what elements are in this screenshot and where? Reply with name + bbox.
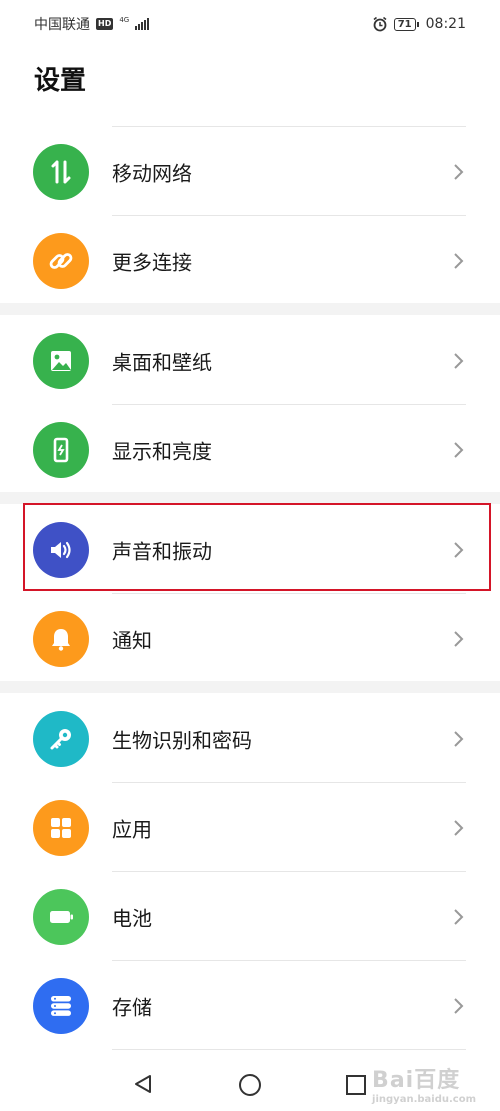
chevron-right-icon — [454, 352, 464, 369]
settings-item-home-wallpaper[interactable]: 桌面和壁纸 — [0, 316, 500, 405]
back-icon[interactable] — [132, 1073, 154, 1095]
carrier-name: 中国联通 — [34, 17, 90, 33]
signal-icon — [135, 18, 150, 30]
clock: 08:21 — [425, 16, 466, 32]
settings-item-more-connections[interactable]: 更多连接 — [0, 216, 500, 305]
chevron-right-icon — [454, 441, 464, 458]
settings-item-notifications[interactable]: 通知 — [0, 594, 500, 683]
settings-item-label: 桌面和壁纸 — [112, 350, 212, 374]
chevron-right-icon — [454, 730, 464, 747]
divider — [112, 1049, 466, 1050]
battery-icon — [33, 888, 89, 945]
chevron-right-icon — [454, 630, 464, 647]
settings-item-sound-vibration[interactable]: 声音和振动 — [0, 505, 500, 594]
settings-item-label: 显示和亮度 — [112, 439, 212, 463]
settings-item-biometrics-password[interactable]: 生物识别和密码 — [0, 694, 500, 783]
settings-item-label: 移动网络 — [112, 161, 192, 185]
chevron-right-icon — [454, 541, 464, 558]
key-icon — [33, 710, 89, 767]
chevron-right-icon — [454, 819, 464, 836]
chevron-right-icon — [454, 908, 464, 925]
settings-item-label: 存储 — [112, 995, 152, 1019]
phone-brightness-icon — [33, 421, 89, 478]
settings-item-display-brightness[interactable]: 显示和亮度 — [0, 405, 500, 494]
watermark-sub: jingyan.baidu.com — [372, 1094, 476, 1105]
chevron-right-icon — [454, 997, 464, 1014]
image-icon — [33, 332, 89, 389]
section-separator — [0, 681, 500, 693]
alarm-icon — [373, 16, 387, 32]
settings-item-mobile-network[interactable]: 移动网络 — [0, 127, 500, 216]
home-icon[interactable] — [238, 1073, 262, 1097]
status-left: 中国联通 HD 4G — [34, 14, 150, 34]
page-title: 设置 — [34, 66, 87, 96]
network-type: 4G — [119, 16, 130, 24]
settings-item-battery[interactable]: 电池 — [0, 872, 500, 961]
chevron-right-icon — [454, 252, 464, 269]
settings-item-label: 应用 — [112, 817, 152, 841]
section-separator — [0, 492, 500, 504]
section-separator — [0, 303, 500, 315]
mobile-data-icon — [33, 143, 89, 200]
settings-item-label: 声音和振动 — [112, 539, 212, 563]
hd-badge: HD — [96, 18, 114, 30]
storage-icon — [33, 977, 89, 1034]
settings-item-apps[interactable]: 应用 — [0, 783, 500, 872]
speaker-icon — [33, 521, 89, 578]
settings-item-label: 通知 — [112, 628, 152, 652]
settings-item-label: 生物识别和密码 — [112, 728, 252, 752]
recents-icon[interactable] — [345, 1074, 367, 1096]
watermark-main: Bai百度 — [372, 1068, 461, 1093]
bell-icon — [33, 610, 89, 667]
settings-item-label: 电池 — [112, 906, 152, 930]
status-bar: 中国联通 HD 4G 71 08:21 — [0, 0, 500, 48]
status-right: 71 08:21 — [372, 16, 466, 32]
battery-indicator: 71 — [393, 17, 419, 31]
settings-item-label: 更多连接 — [112, 250, 192, 274]
apps-grid-icon — [33, 799, 89, 856]
chevron-right-icon — [454, 163, 464, 180]
link-icon — [33, 232, 89, 289]
watermark: Bai百度 jingyan.baidu.com — [372, 1062, 476, 1105]
settings-item-storage[interactable]: 存储 — [0, 961, 500, 1050]
